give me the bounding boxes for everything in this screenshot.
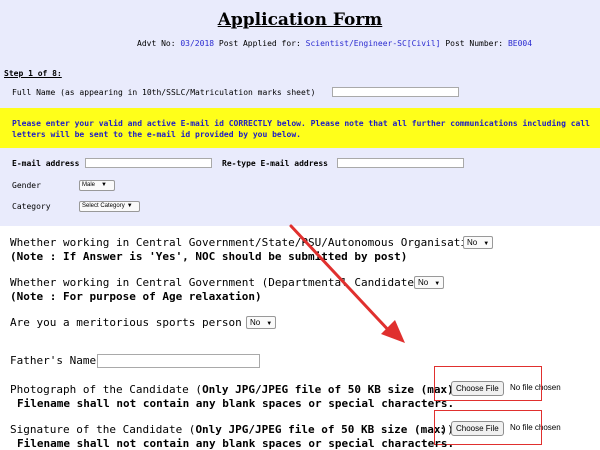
advertisement-info: Advt No: 03/2018 Post Applied for: Scien… bbox=[137, 39, 533, 48]
departmental-select[interactable]: No ▼ bbox=[414, 276, 444, 289]
post-applied: Scientist/Engineer-SC[Civil] bbox=[305, 39, 441, 48]
retype-email-label: Re-type E-mail address bbox=[222, 159, 328, 168]
chevron-down-icon: ▼ bbox=[483, 241, 490, 247]
chevron-down-icon: ▼ bbox=[126, 203, 133, 209]
page-title: Application Form bbox=[217, 10, 383, 30]
email-label: E-mail address bbox=[12, 159, 80, 168]
departmental-label: Whether working in Central Government (D… bbox=[10, 276, 421, 289]
photo-filename-note: Filename shall not contain any blank spa… bbox=[17, 397, 455, 410]
signature-label: Signature of the Candidate (Only JPG/JPE… bbox=[10, 423, 454, 436]
category-select[interactable]: Select Category ▼ bbox=[79, 201, 140, 212]
central-govt-note: (Note : If Answer is 'Yes', NOC should b… bbox=[10, 250, 408, 263]
form-details-section: Whether working in Central Government/St… bbox=[0, 226, 600, 450]
full-name-input[interactable] bbox=[332, 87, 459, 97]
form-header-section: Application Form Advt No: 03/2018 Post A… bbox=[0, 0, 600, 228]
chevron-down-icon: ▼ bbox=[266, 321, 273, 327]
photo-highlight-box bbox=[434, 366, 542, 401]
signature-filename-note: Filename shall not contain any blank spa… bbox=[17, 437, 455, 450]
chevron-down-icon: ▼ bbox=[434, 281, 441, 287]
departmental-note: (Note : For purpose of Age relaxation) bbox=[10, 290, 262, 303]
step-indicator: Step 1 of 8: bbox=[4, 69, 62, 78]
central-govt-select[interactable]: No ▼ bbox=[463, 236, 493, 249]
gender-select[interactable]: Male ▼ bbox=[79, 180, 115, 191]
retype-email-input[interactable] bbox=[337, 158, 464, 168]
advt-number: 03/2018 bbox=[180, 39, 215, 48]
sports-select[interactable]: No ▼ bbox=[246, 316, 276, 329]
gender-label: Gender bbox=[12, 181, 41, 190]
central-govt-label: Whether working in Central Government/St… bbox=[10, 236, 481, 249]
father-name-input[interactable] bbox=[97, 354, 260, 368]
email-notice-banner: Please enter your valid and active E-mai… bbox=[0, 108, 600, 148]
application-form-page: Application Form Advt No: 03/2018 Post A… bbox=[0, 0, 600, 450]
photo-label: Photograph of the Candidate (Only JPG/JP… bbox=[10, 383, 460, 396]
father-name-label: Father's Name bbox=[10, 354, 97, 367]
post-number: BE004 bbox=[507, 39, 533, 48]
chevron-down-icon: ▼ bbox=[101, 182, 107, 188]
category-label: Category bbox=[12, 202, 51, 211]
full-name-label: Full Name (as appearing in 10th/SSLC/Mat… bbox=[12, 88, 316, 97]
email-input[interactable] bbox=[85, 158, 212, 168]
sports-label: Are you a meritorious sports person bbox=[10, 316, 242, 329]
